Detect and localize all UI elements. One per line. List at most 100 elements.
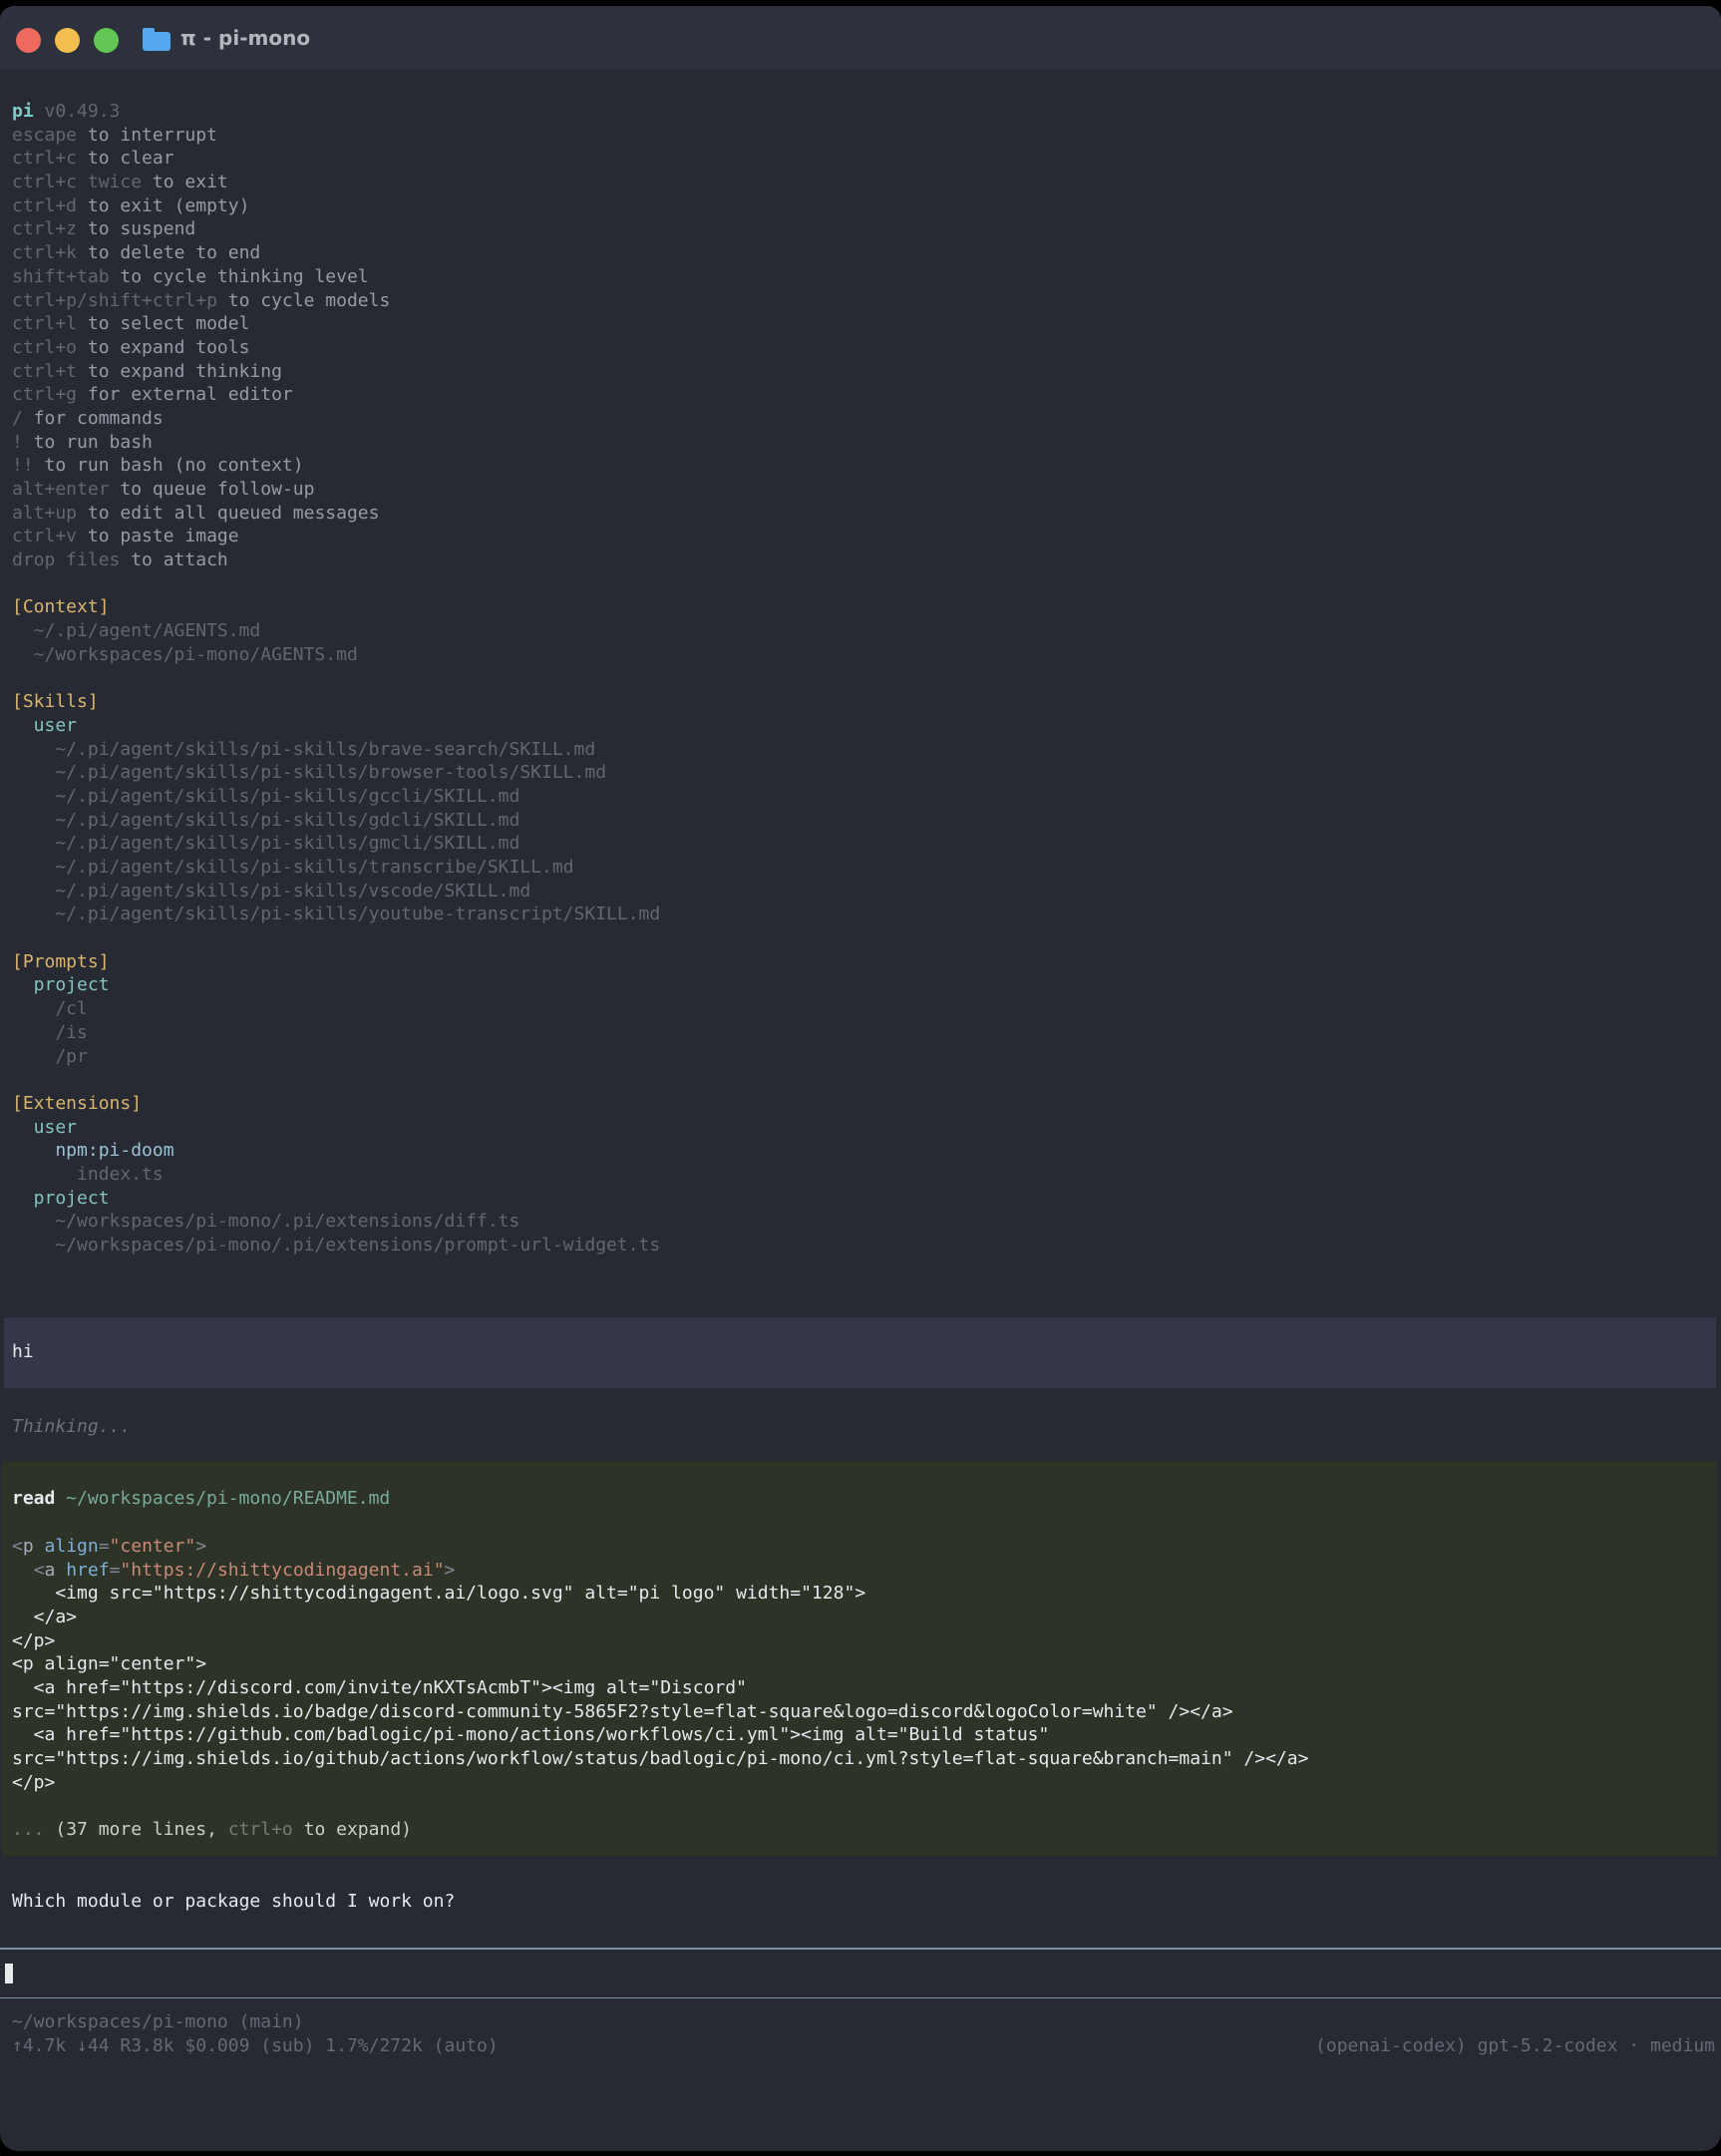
terminal-line: ~/.pi/agent/skills/pi-skills/gccli/SKILL…	[0, 785, 1721, 809]
text-segment: to suspend	[77, 218, 195, 239]
assistant-message: Which module or package should I work on…	[0, 1890, 1721, 1914]
terminal-line: ~/.pi/agent/skills/pi-skills/gdcli/SKILL…	[0, 809, 1721, 833]
minimize-button[interactable]	[55, 28, 80, 53]
terminal-line: ctrl+z to suspend	[0, 217, 1721, 241]
terminal-line: ~/.pi/agent/skills/pi-skills/gmcli/SKILL…	[0, 832, 1721, 856]
titlebar: π - pi-mono	[0, 6, 1721, 70]
text-segment: to edit all queued messages	[77, 503, 379, 524]
text-segment: to queue follow-up	[110, 479, 315, 500]
text-segment: /cl	[12, 998, 88, 1019]
terminal-line: /pr	[0, 1045, 1721, 1069]
terminal-line: alt+up to edit all queued messages	[0, 502, 1721, 526]
terminal-line: ctrl+d to exit (empty)	[0, 194, 1721, 218]
text-segment: alt+up	[12, 503, 77, 524]
terminal-line: ~/.pi/agent/skills/pi-skills/browser-too…	[0, 761, 1721, 785]
terminal-line: [Prompts]	[0, 950, 1721, 974]
terminal-line: <a href="https://github.com/badlogic/pi-…	[2, 1723, 1717, 1747]
terminal-line: ~/.pi/agent/skills/pi-skills/youtube-tra…	[0, 902, 1721, 926]
text-segment: ctrl+d	[12, 195, 77, 216]
text-segment: ctrl+l	[12, 313, 77, 334]
tool-call-block: read ~/workspaces/pi-mono/README.md <p al…	[2, 1461, 1717, 1855]
terminal-line: project	[0, 973, 1721, 997]
text-segment: ~/.pi/agent/skills/pi-skills/gmcli/SKILL…	[12, 833, 519, 854]
text-segment: ctrl+p/shift+ctrl+p	[12, 290, 217, 311]
text-segment: to cycle thinking level	[110, 266, 369, 287]
text-segment: ctrl+g	[12, 384, 77, 405]
text-segment: to select model	[77, 313, 249, 334]
text-segment: ctrl+o	[12, 337, 77, 358]
terminal-line: /cl	[0, 997, 1721, 1021]
terminal-line: ~/workspaces/pi-mono/.pi/extensions/prom…	[0, 1234, 1721, 1258]
text-segment: "center"	[110, 1536, 196, 1557]
text-segment: to interrupt	[77, 125, 217, 146]
text-segment: </p>	[12, 1772, 55, 1793]
terminal-line: /is	[0, 1021, 1721, 1045]
text-segment: >	[445, 1560, 456, 1581]
text-segment: to cycle models	[217, 290, 390, 311]
terminal-line: escape to interrupt	[0, 124, 1721, 148]
text-segment: ~/.pi/agent/skills/pi-skills/youtube-tra…	[12, 903, 660, 924]
text-segment: "https://shittycodingagent.ai"	[120, 1560, 444, 1581]
terminal-line: project	[0, 1187, 1721, 1211]
section-prompts: [Prompts] project /cl /is /pr	[0, 950, 1721, 1068]
text-segment: to delete to end	[77, 242, 260, 263]
text-segment: to exit (empty)	[77, 195, 249, 216]
text-segment: <a href="https://github.com/badlogic/pi-…	[12, 1724, 1049, 1745]
text-segment: [Extensions]	[12, 1093, 142, 1114]
terminal-line: [Extensions]	[0, 1092, 1721, 1116]
thinking-indicator: Thinking...	[0, 1415, 1721, 1439]
text-segment: project	[12, 974, 110, 995]
text-segment: drop files	[12, 549, 120, 570]
tool-path: ~/workspaces/pi-mono/README.md	[66, 1488, 390, 1509]
terminal-line: ctrl+k to delete to end	[0, 241, 1721, 265]
text-segment: to run bash (no context)	[34, 455, 304, 476]
terminal-line: </a>	[2, 1606, 1717, 1629]
tool-call-header: read ~/workspaces/pi-mono/README.md	[2, 1487, 1717, 1511]
text-segment: /pr	[12, 1046, 88, 1067]
terminal-line: npm:pi-doom	[0, 1139, 1721, 1163]
terminal-line: !! to run bash (no context)	[0, 454, 1721, 478]
text-segment: ctrl+c	[12, 148, 77, 169]
text-segment: align	[45, 1536, 99, 1557]
input-cursor	[5, 1964, 13, 1983]
text-segment: project	[12, 1188, 110, 1209]
section-skills: [Skills] user ~/.pi/agent/skills/pi-skil…	[0, 690, 1721, 926]
text-segment	[34, 1536, 45, 1557]
text-segment: user	[12, 1117, 77, 1138]
text-segment: =	[99, 1536, 110, 1557]
zoom-button[interactable]	[94, 28, 119, 53]
user-message-text: hi	[4, 1340, 1716, 1364]
text-segment: index.ts	[12, 1164, 164, 1185]
text-segment: pi	[12, 101, 34, 122]
text-segment: to expand tools	[77, 337, 249, 358]
terminal-line: </p>	[2, 1629, 1717, 1653]
text-segment: to run bash	[23, 432, 153, 453]
terminal-line: ~/.pi/agent/skills/pi-skills/brave-searc…	[0, 738, 1721, 762]
text-segment: !	[12, 432, 23, 453]
text-segment: escape	[12, 125, 77, 146]
terminal-window: π - pi-mono pi v0.49.3escape to interrup…	[0, 6, 1721, 2151]
terminal-line: [Skills]	[0, 690, 1721, 714]
prompt-input[interactable]	[0, 1950, 1721, 1997]
terminal-line: ! to run bash	[0, 431, 1721, 455]
terminal-line: / for commands	[0, 407, 1721, 431]
text-segment: <p align="center">	[12, 1653, 206, 1674]
text-segment: [Skills]	[12, 691, 99, 712]
text-segment: ~/workspaces/pi-mono/AGENTS.md	[12, 644, 358, 665]
status-model: (openai-codex) gpt-5.2-codex · medium	[1315, 2034, 1721, 2058]
text-segment: =	[110, 1560, 121, 1581]
terminal-line: index.ts	[0, 1163, 1721, 1187]
terminal-line: ~/workspaces/pi-mono/.pi/extensions/diff…	[0, 1210, 1721, 1234]
terminal-line: src="https://img.shields.io/badge/discor…	[2, 1700, 1717, 1724]
text-segment	[12, 1560, 34, 1581]
terminal-line: ctrl+v to paste image	[0, 525, 1721, 548]
status-bar: ~/workspaces/pi-mono (main) (openai-code…	[0, 1998, 1721, 2057]
terminal-line: ctrl+c twice to exit	[0, 171, 1721, 194]
close-button[interactable]	[16, 28, 41, 53]
text-segment: for external editor	[77, 384, 293, 405]
terminal-line: ~/.pi/agent/skills/pi-skills/vscode/SKIL…	[0, 880, 1721, 903]
text-segment: ~/.pi/agent/skills/pi-skills/gdcli/SKILL…	[12, 810, 519, 831]
text-segment: ~/.pi/agent/AGENTS.md	[12, 620, 260, 641]
tool-name: read	[12, 1488, 55, 1509]
text-segment: to exit	[142, 172, 228, 192]
